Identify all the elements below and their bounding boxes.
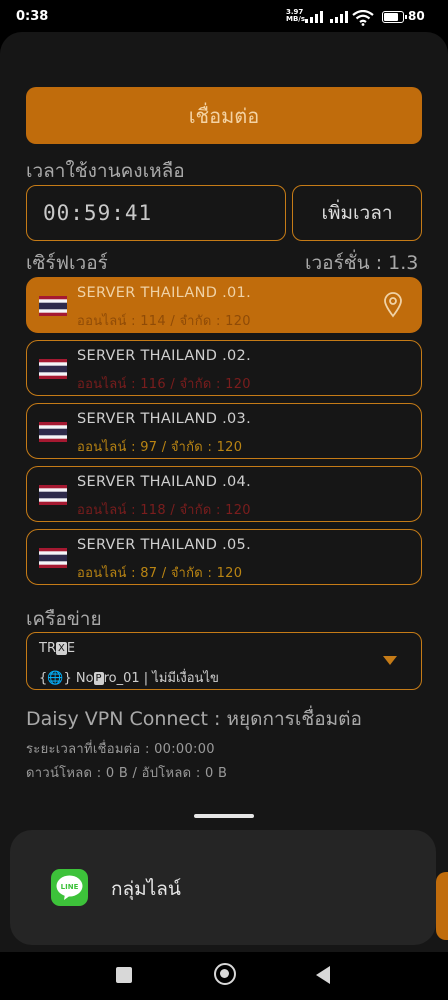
line-group-link[interactable]: กลุ่มไลน์ [111,874,181,904]
system-nav-bar [0,952,448,1000]
time-remaining-label: เวลาใช้งานคงเหลือ [26,160,185,182]
carrier-name: TR X E [39,641,76,656]
server-name: SERVER THAILAND .04. [77,474,251,490]
battery-icon [382,11,407,23]
traffic-stats: ดาวน์โหลด : 0 B / อัปโหลด : 0 B [26,766,228,781]
thailand-flag-icon [39,485,67,505]
line-app-icon[interactable]: LINE [51,869,88,906]
thailand-flag-icon [39,359,67,379]
server-label: เซิร์ฟเวอร์ [26,252,108,274]
server-stats: ออนไลน์ : 116 / จำกัด : 120 [77,377,251,392]
thailand-flag-icon [39,548,67,568]
server-item-thailand-03[interactable]: SERVER THAILAND .03. ออนไลน์ : 97 / จำกั… [26,403,422,459]
connected-time: ระยะเวลาที่เชื่อมต่อ : 00:00:00 [26,742,215,757]
connect-button[interactable]: เชื่อมต่อ [26,87,422,144]
server-item-thailand-02[interactable]: SERVER THAILAND .02. ออนไลน์ : 116 / จำก… [26,340,422,396]
home-button[interactable] [214,963,236,985]
clock: 0:38 [16,9,49,24]
server-name: SERVER THAILAND .02. [77,348,251,364]
server-stats: ออนไลน์ : 118 / จำกัด : 120 [77,503,251,518]
server-item-thailand-01[interactable]: SERVER THAILAND .01. ออนไลน์ : 114 / จำก… [26,277,422,333]
svg-text:LINE: LINE [61,883,79,891]
recents-button[interactable] [116,967,132,983]
server-stats: ออนไลน์ : 87 / จำกัด : 120 [77,566,243,581]
chevron-down-icon [383,656,397,665]
add-time-button[interactable]: เพิ่มเวลา [292,185,422,241]
network-label: เครือข่าย [26,608,102,630]
thailand-flag-icon [39,296,67,316]
network-plan: {🌐} No Pro_01 | ไม่มีเงื่อนไข [39,671,219,686]
back-button[interactable] [316,966,330,984]
connection-status: Daisy VPN Connect : หยุดการเชื่อมต่อ [26,708,362,730]
drag-handle[interactable] [194,814,254,818]
battery-percent: 80 [408,9,425,23]
signal-icon-2 [330,11,348,23]
network-speed: 3.97 MB/s [286,8,306,23]
server-stats: ออนไลน์ : 97 / จำกัด : 120 [77,440,243,455]
network-select[interactable]: TR X E {🌐} No Pro_01 | ไม่มีเงื่อนไข [26,632,422,690]
status-bar: 0:38 3.97 MB/s 80 [0,0,448,34]
location-pin-icon [384,292,402,318]
server-item-thailand-05[interactable]: SERVER THAILAND .05. ออนไลน์ : 87 / จำกั… [26,529,422,585]
wifi-icon [352,10,374,26]
server-name: SERVER THAILAND .03. [77,411,251,427]
thailand-flag-icon [39,422,67,442]
server-item-thailand-04[interactable]: SERVER THAILAND .04. ออนไลน์ : 118 / จำก… [26,466,422,522]
server-stats: ออนไลน์ : 114 / จำกัด : 120 [77,314,251,329]
floating-action-button[interactable] [436,872,448,940]
server-name: SERVER THAILAND .01. [77,285,251,301]
signal-icon [305,11,323,23]
version-label: เวอร์ชั่น : 1.3 [305,252,419,274]
time-remaining-display: 00:59:41 [26,185,286,241]
bottom-popup: LINE กลุ่มไลน์ [10,830,436,945]
server-name: SERVER THAILAND .05. [77,537,251,553]
